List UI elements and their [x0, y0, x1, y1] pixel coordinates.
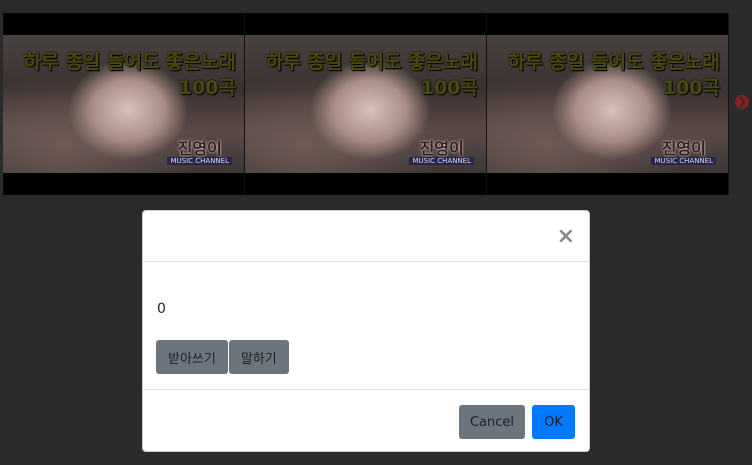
channel-logo: 진영이 MUSIC CHANNEL — [651, 135, 716, 165]
video-thumbnail[interactable]: 하루 종일 들어도 좋은노래 100곡 진영이 MUSIC CHANNEL — [245, 13, 487, 195]
channel-logo: 진영이 MUSIC CHANNEL — [409, 135, 474, 165]
thumbnail-title: 하루 종일 들어도 좋은노래 100곡 — [507, 51, 720, 99]
channel-logo: 진영이 MUSIC CHANNEL — [167, 135, 232, 165]
ok-button[interactable]: OK — [532, 405, 575, 439]
modal-header: × — [143, 211, 589, 262]
speak-button[interactable]: 말하기 — [228, 340, 289, 374]
close-icon[interactable]: × — [557, 226, 575, 248]
thumbnail-title: 하루 종일 들어도 좋은노래 100곡 — [265, 51, 478, 99]
video-carousel: 하루 종일 들어도 좋은노래 100곡 진영이 MUSIC CHANNEL 하루… — [3, 13, 729, 195]
cancel-button[interactable]: Cancel — [459, 405, 525, 439]
dictation-button[interactable]: 받아쓰기 — [156, 340, 228, 374]
modal-action-buttons: 받아쓰기 말하기 — [156, 340, 289, 374]
modal-dialog: × 0 Cancel OK — [142, 210, 590, 452]
modal-footer: Cancel OK — [143, 390, 589, 453]
thumbnail-title: 하루 종일 들어도 좋은노래 100곡 — [23, 51, 236, 99]
video-thumbnail[interactable]: 하루 종일 들어도 좋은노래 100곡 진영이 MUSIC CHANNEL — [487, 13, 729, 195]
chevron-right-icon[interactable]: ❯ — [735, 95, 749, 109]
count-text: 0 — [157, 301, 166, 317]
video-thumbnail[interactable]: 하루 종일 들어도 좋은노래 100곡 진영이 MUSIC CHANNEL — [3, 13, 245, 195]
